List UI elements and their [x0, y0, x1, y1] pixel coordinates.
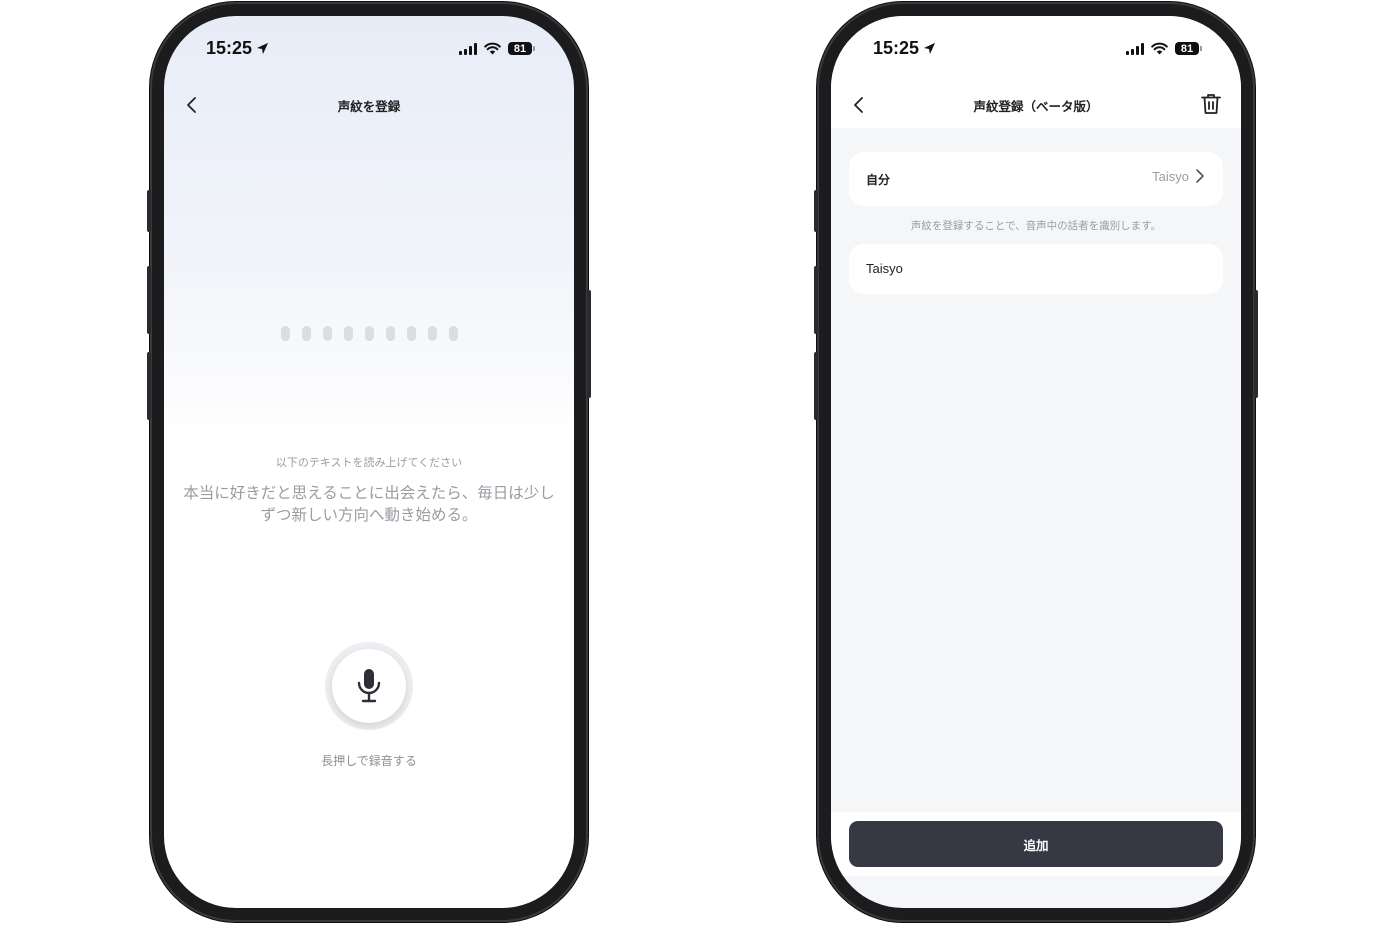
wifi-icon [484, 42, 501, 55]
read-instruction: 以下のテキストを読み上げてください [275, 456, 463, 469]
self-value: Taisyo [1152, 168, 1205, 184]
nav-bar: 声紋登録（ベータ版） [831, 92, 1241, 118]
waveform-dot [406, 326, 416, 341]
waveform-dot [280, 326, 290, 341]
volume-up-button [814, 266, 818, 334]
page-title: 声紋登録（ベータ版） [973, 99, 1099, 114]
time-text: 15:25 [206, 38, 253, 58]
location-arrow-icon [923, 42, 936, 55]
waveform-dot [322, 326, 332, 341]
battery-icon: 81 [1175, 42, 1202, 55]
cellular-signal-icon [459, 42, 477, 55]
waveform-dot [301, 326, 311, 341]
volume-down-button [147, 352, 151, 420]
power-button [587, 290, 591, 398]
location-arrow-icon [256, 42, 269, 55]
waveform-indicator [164, 326, 574, 341]
self-label: 自分 [866, 173, 891, 187]
chevron-right-icon [1196, 169, 1204, 183]
battery-level: 81 [513, 42, 527, 55]
waveform-dot [448, 326, 458, 341]
phone-right: 15:25 81 声紋登録（ベータ版） 自分 Taisyo 声紋を登録することで… [814, 2, 1258, 922]
trash-icon[interactable] [1199, 92, 1223, 116]
status-icons: 81 [1126, 42, 1202, 55]
status-bar: 15:25 81 [831, 38, 1241, 62]
time-text: 15:25 [873, 38, 920, 58]
voiceprint-list-screen: 15:25 81 声紋登録（ベータ版） 自分 Taisyo 声紋を登録することで… [831, 16, 1241, 908]
cellular-signal-icon [1126, 42, 1144, 55]
voiceprint-hint: 声紋を登録することで、音声中の話者を識別します。 [910, 220, 1162, 232]
read-aloud-text: 本当に好きだと思えることに出会えたら、毎日は少しずつ新しい方向へ動き始める。 [183, 484, 555, 524]
phone-left: 15:25 81 声紋を登録 以下のテキストを読み上げてください 本当に好きだと… [147, 2, 591, 922]
record-button-inner [332, 649, 406, 723]
self-value-text: Taisyo [1152, 168, 1189, 184]
record-hint: 長押しで録音する [321, 754, 417, 768]
page-title: 声紋を登録 [337, 99, 401, 114]
microphone-icon [357, 669, 381, 703]
self-voiceprint-row[interactable]: 自分 Taisyo [849, 152, 1223, 206]
voiceprint-record-screen: 15:25 81 声紋を登録 以下のテキストを読み上げてください 本当に好きだと… [164, 16, 574, 908]
speaker-name: Taisyo [866, 261, 903, 276]
status-bar: 15:25 81 [164, 38, 574, 62]
battery-icon: 81 [508, 42, 535, 55]
waveform-dot [385, 326, 395, 341]
volume-up-button [147, 266, 151, 334]
waveform-dot [364, 326, 374, 341]
action-button [814, 190, 818, 232]
add-button[interactable]: 追加 [849, 821, 1223, 867]
waveform-dot [427, 326, 437, 341]
volume-down-button [814, 352, 818, 420]
power-button [1254, 290, 1258, 398]
speaker-name-row[interactable]: Taisyo [849, 244, 1223, 294]
action-button [147, 190, 151, 232]
record-button[interactable] [325, 642, 413, 730]
nav-bar: 声紋を登録 [164, 92, 574, 118]
status-time: 15:25 [873, 38, 936, 59]
waveform-dot [343, 326, 353, 341]
status-icons: 81 [459, 42, 535, 55]
wifi-icon [1151, 42, 1168, 55]
battery-level: 81 [1180, 42, 1194, 55]
status-time: 15:25 [206, 38, 269, 59]
